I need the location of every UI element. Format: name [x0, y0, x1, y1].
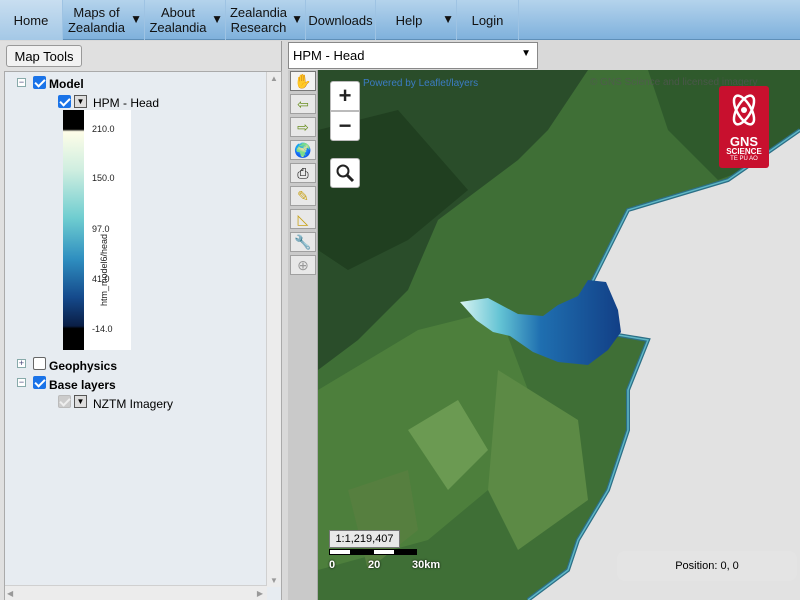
gns-science-logo[interactable]: GNS SCIENCE TE PŪ AO — [719, 86, 769, 168]
collapse-icon[interactable]: − — [17, 378, 26, 387]
layer-panel: Map Tools − Model ▼ HPM - Head 210.0 150… — [0, 41, 282, 600]
scale-bar — [329, 549, 417, 555]
vertical-scrollbar[interactable]: ▲ ▼ — [266, 72, 281, 587]
next-extent-icon[interactable]: ⇨ — [290, 117, 316, 137]
scroll-left-icon[interactable]: ◀ — [7, 589, 13, 598]
nav-maps-label: Maps of Zealandia — [67, 5, 126, 35]
chevron-down-icon[interactable]: ▼ — [442, 12, 454, 27]
nav-login[interactable]: Login — [457, 0, 519, 40]
powered-by-link[interactable]: Powered by Leaflet/layers — [363, 78, 478, 89]
legend-vertical-label: htm_model6/head — [99, 233, 109, 306]
model-checkbox[interactable] — [33, 76, 46, 89]
chevron-down-icon[interactable]: ▼ — [211, 12, 223, 27]
legend-color-ramp — [63, 110, 84, 350]
horizontal-scrollbar[interactable]: ◀ ▶ — [5, 585, 267, 600]
logo-line-3: TE PŪ AO — [730, 156, 758, 162]
hpm-head-checkbox[interactable] — [58, 95, 71, 108]
scroll-right-icon[interactable]: ▶ — [257, 589, 263, 598]
hpm-head-label: HPM - Head — [93, 96, 160, 110]
map-toolbar: ··· ✋ ⇦ ⇨ 🌍 ⎙ ✎ ◺ 🔧 ⊕ — [288, 70, 318, 600]
nav-help[interactable]: Help ▼ — [376, 0, 457, 40]
nav-help-label: Help — [395, 12, 423, 28]
scale-label: 0 — [329, 559, 336, 571]
nztm-imagery-label: NZTM Imagery — [93, 397, 174, 411]
nav-downloads[interactable]: Downloads — [306, 0, 376, 40]
layer-options-dropdown-icon[interactable]: ▼ — [74, 395, 87, 408]
print-icon[interactable]: ⎙ — [290, 163, 316, 183]
nav-zealandia-research[interactable]: Zealandia Research ▼ — [226, 0, 306, 40]
search-button[interactable] — [330, 158, 360, 188]
nav-research-label: Zealandia Research — [229, 5, 288, 35]
scale-ratio: 1:1,219,407 — [329, 530, 400, 548]
base-layers-label: Base layers — [49, 378, 116, 392]
wrench-icon[interactable]: 🔧 — [290, 232, 316, 252]
measure-tool-icon[interactable]: ✎ — [290, 186, 316, 206]
map-tools-button[interactable]: Map Tools — [6, 45, 82, 67]
base-layers-checkbox[interactable] — [33, 376, 46, 389]
chevron-down-icon[interactable]: ▼ — [130, 12, 142, 27]
layer-select-value: HPM - Head — [293, 48, 365, 63]
model-label: Model — [49, 77, 84, 91]
layer-options-dropdown-icon[interactable]: ▼ — [74, 95, 87, 108]
scale-label: 30km — [412, 559, 441, 571]
scroll-up-icon[interactable]: ▲ — [270, 74, 278, 83]
legend-tick: 97.0 — [92, 224, 110, 234]
logo-line-2: SCIENCE — [726, 147, 762, 156]
nav-about-zealandia[interactable]: About Zealandia ▼ — [145, 0, 226, 40]
globe-full-extent-icon[interactable]: 🌍 — [290, 140, 316, 160]
ruler-icon[interactable]: ◺ — [290, 209, 316, 229]
previous-extent-icon[interactable]: ⇦ — [290, 94, 316, 114]
map-view[interactable]: ··· ✋ ⇦ ⇨ 🌍 ⎙ ✎ ◺ 🔧 ⊕ + − Powered by Lea… — [288, 70, 800, 600]
pan-hand-icon[interactable]: ✋ — [290, 71, 316, 91]
zoom-in-button[interactable]: + — [330, 81, 360, 111]
geophysics-label: Geophysics — [49, 359, 118, 373]
legend-tick: 150.0 — [92, 173, 115, 183]
crosshair-icon: ⊕ — [290, 255, 316, 275]
nav-home-label: Home — [13, 12, 49, 28]
legend-tick: -14.0 — [92, 324, 113, 334]
app-root: Home Maps of Zealandia ▼ About Zealandia… — [0, 0, 800, 600]
collapse-icon[interactable]: − — [17, 78, 26, 87]
chevron-down-icon[interactable]: ▼ — [291, 12, 303, 27]
scale-label: 20 — [368, 559, 381, 571]
search-icon — [336, 164, 355, 183]
nav-about-label: About Zealandia — [149, 5, 207, 35]
layer-select[interactable]: HPM - Head ▼ — [288, 42, 538, 69]
nav-downloads-label: Downloads — [308, 12, 373, 28]
nav-maps-of-zealandia[interactable]: Maps of Zealandia ▼ — [63, 0, 145, 40]
zoom-out-button[interactable]: − — [330, 111, 360, 141]
geophysics-checkbox[interactable] — [33, 357, 46, 370]
nav-login-label: Login — [471, 12, 504, 28]
top-nav: Home Maps of Zealandia ▼ About Zealandia… — [0, 0, 800, 40]
legend-tick: 210.0 — [92, 124, 115, 134]
atom-logo-icon — [732, 94, 756, 126]
layer-tree: − Model ▼ HPM - Head 210.0 150.0 97.0 41… — [4, 71, 282, 600]
cursor-position: Position: 0, 0 — [617, 551, 797, 581]
nav-home[interactable]: Home — [0, 0, 63, 40]
chevron-down-icon: ▼ — [521, 48, 531, 59]
scroll-down-icon[interactable]: ▼ — [270, 576, 278, 585]
head-legend: 210.0 150.0 97.0 41.0 -14.0 htm_model6/h… — [63, 110, 131, 350]
nztm-imagery-checkbox — [58, 395, 71, 408]
expand-icon[interactable]: + — [17, 359, 26, 368]
